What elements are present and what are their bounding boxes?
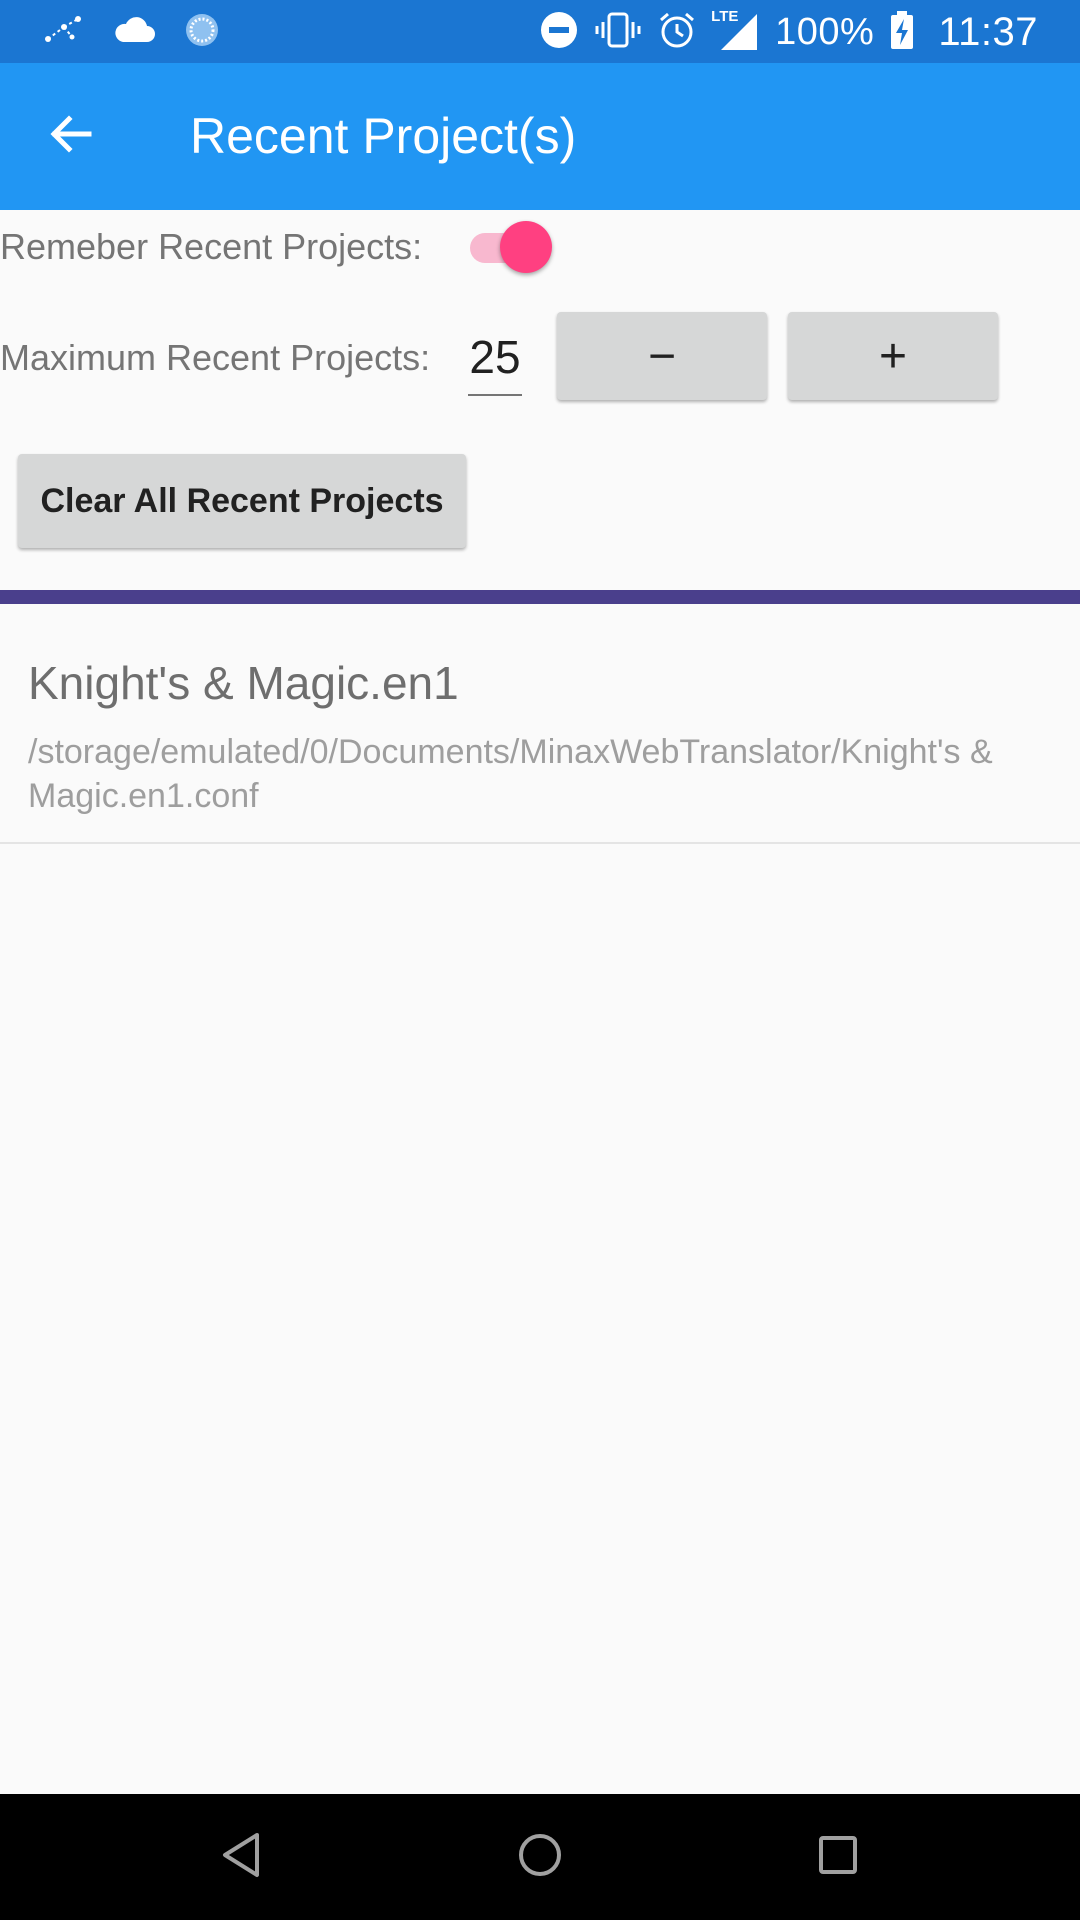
battery-charging-icon — [890, 10, 914, 55]
sync-icon — [184, 12, 220, 53]
max-recent-input[interactable]: 25 — [468, 328, 522, 396]
increment-button[interactable]: + — [788, 312, 998, 400]
nav-back-button[interactable] — [208, 1824, 274, 1890]
remember-recent-toggle[interactable] — [470, 221, 554, 273]
cloud-icon — [112, 16, 156, 49]
clear-all-button[interactable]: Clear All Recent Projects — [18, 454, 466, 548]
network-type-label: LTE — [711, 8, 739, 25]
do-not-disturb-icon — [539, 10, 579, 55]
battery-percentage: 100% — [775, 10, 875, 53]
remember-recent-label: Remeber Recent Projects: — [0, 226, 423, 267]
nav-home-button[interactable] — [507, 1824, 573, 1890]
decrement-button[interactable]: − — [557, 312, 767, 400]
toggle-thumb — [500, 221, 552, 273]
section-divider — [0, 590, 1080, 604]
back-button[interactable] — [40, 105, 102, 167]
max-recent-label: Maximum Recent Projects: — [0, 337, 431, 378]
status-bar: LTE 100% 11:37 — [0, 0, 1080, 63]
clock: 11:37 — [938, 9, 1038, 54]
alarm-icon — [657, 10, 697, 55]
navigation-bar — [0, 1794, 1080, 1920]
page-title: Recent Project(s) — [190, 108, 577, 164]
project-path: /storage/emulated/0/Documents/MinaxWebTr… — [28, 733, 993, 815]
signal-icon: LTE — [711, 8, 759, 52]
list-item[interactable]: Knight's & Magic.en1 /storage/emulated/0… — [0, 604, 1080, 844]
app-bar: Recent Project(s) — [0, 63, 1080, 210]
screen: LTE 100% 11:37 Recent Project(s) Remeber… — [0, 0, 1080, 1920]
arrow-back-icon — [47, 110, 95, 163]
circle-home-icon — [516, 1831, 564, 1884]
project-name: Knight's & Magic.en1 — [28, 657, 459, 709]
nav-recents-button[interactable] — [805, 1824, 871, 1890]
square-recents-icon — [816, 1833, 860, 1882]
vibrate-icon — [595, 10, 641, 55]
constellation-icon — [44, 15, 84, 50]
triangle-back-icon — [219, 1831, 263, 1884]
